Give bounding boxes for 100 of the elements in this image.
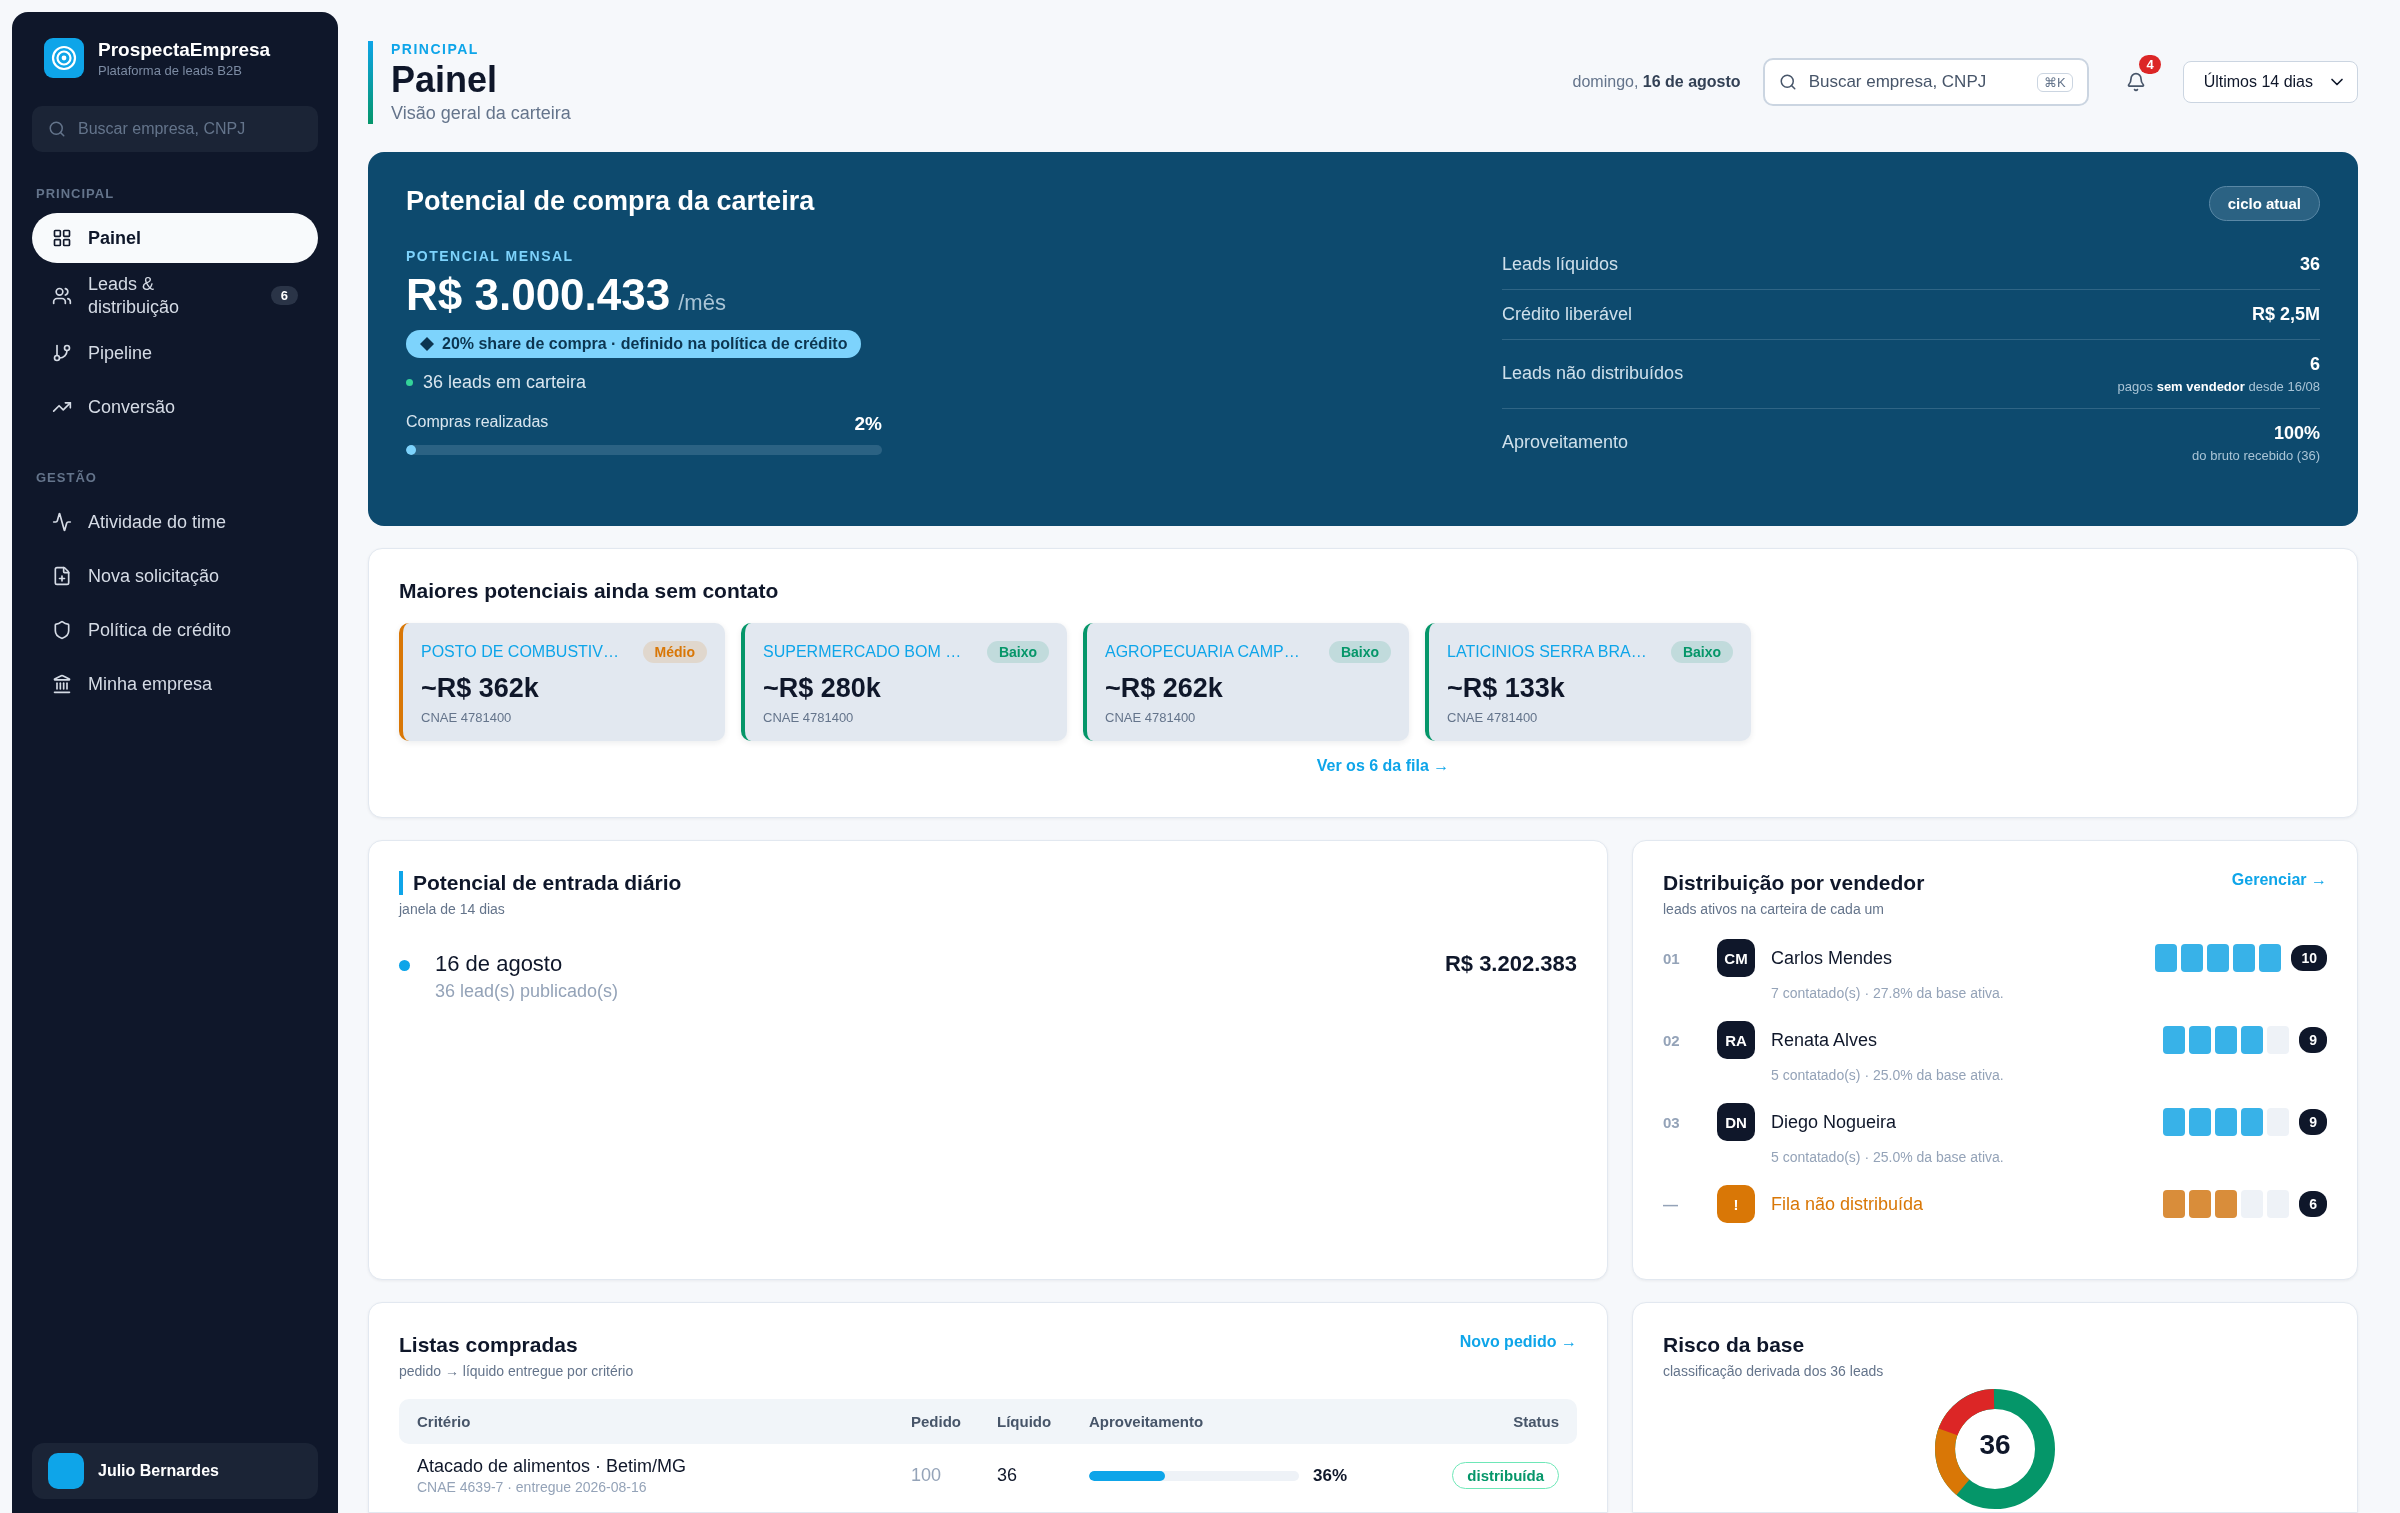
status-dot xyxy=(406,378,413,386)
shortcut-key: ⌘K xyxy=(2036,72,2073,92)
metric-label: POTENCIAL MENSAL xyxy=(406,247,575,264)
share-square xyxy=(2163,1108,2186,1136)
pulse-icon xyxy=(52,512,72,532)
card-subtitle: classificação derivada dos 36 leads xyxy=(1663,1363,1885,1379)
cnae-code: CNAE 4781400 xyxy=(421,710,513,725)
share-square xyxy=(2181,944,2204,972)
card-title: Listas compradas xyxy=(399,1333,579,1357)
notification-badge: 4 xyxy=(2139,55,2161,74)
table-cell-text: 100 xyxy=(911,1465,943,1486)
seller-name: Diego Nogueira xyxy=(1771,1111,1898,1133)
company-value: ~R$ 262k xyxy=(1105,673,1224,704)
card-subtitle: leads ativos na carteira de cada um xyxy=(1663,901,1885,917)
tier-badge: Baixo xyxy=(1328,641,1391,663)
company-card[interactable]: SUPERMERCADO BOM … Baixo ~R$ 280k CNAE 4781400 xyxy=(741,623,1067,741)
share-square xyxy=(2207,944,2230,972)
tier-badge: Baixo xyxy=(1670,641,1733,663)
share-square xyxy=(2215,1108,2238,1136)
cnae-code: CNAE 4781400 xyxy=(1447,710,1539,725)
section-title: PRINCIPAL xyxy=(36,186,116,201)
cnae-code: CNAE 4781400 xyxy=(1105,710,1197,725)
share-square xyxy=(2233,944,2256,972)
timeline-dot xyxy=(399,960,410,971)
progress-reading: 2% xyxy=(854,412,882,435)
share-square xyxy=(2241,1026,2264,1054)
tier-badge: Médio xyxy=(642,641,707,663)
queue-name: Fila não distribuída xyxy=(1771,1193,1925,1215)
column-header: Status xyxy=(1512,1413,1559,1430)
card-title: Potencial de entrada diário xyxy=(399,871,1577,895)
warning-avatar: ! xyxy=(1717,1185,1755,1223)
share-square xyxy=(2189,1108,2212,1136)
company-value: ~R$ 280k xyxy=(763,673,882,704)
share-square xyxy=(2155,944,2178,972)
share-square xyxy=(2241,1108,2264,1136)
cnae-code: CNAE 4781400 xyxy=(763,710,855,725)
search-icon xyxy=(1778,73,1797,91)
yield-reading: 36% xyxy=(1313,1465,1348,1486)
share-square xyxy=(2215,1190,2238,1218)
criterion-detail: CNAE 4639-7 · entregue 2026-08-16 xyxy=(417,1479,648,1495)
leads-text: 36 leads em carteira xyxy=(423,371,587,393)
stat-value: R$ 2,5M xyxy=(2251,303,2320,325)
seller-note: 5 contatado(s) · 25.0% da base ativa. xyxy=(1771,1067,2005,1083)
card-subtitle: janela de 14 dias xyxy=(399,901,506,917)
initials-avatar: CM xyxy=(1717,939,1755,977)
bell-icon[interactable] xyxy=(2125,72,2146,92)
seller-note: 7 contatado(s) · 27.8% da base ativa. xyxy=(1771,985,2005,1001)
nav-item[interactable]: Minha empresa xyxy=(32,659,318,709)
stat-value: 6 xyxy=(2309,353,2320,375)
card-title: Potencial de compra da carteira xyxy=(406,186,816,218)
share-square xyxy=(2163,1190,2186,1218)
share-square xyxy=(2189,1026,2212,1054)
company-card[interactable]: LATICINIOS SERRA BRA… Baixo ~R$ 133k CNAE 4781400 xyxy=(1425,623,1751,741)
page-eyebrow: PRINCIPAL xyxy=(391,40,480,57)
target-logo-icon xyxy=(44,38,84,78)
rank-number: 03 xyxy=(1663,1113,1681,1131)
brand-tagline: Plataforma de leads B2B xyxy=(98,62,243,78)
share-square xyxy=(2259,944,2282,972)
progress-label: Compras realizadas xyxy=(406,412,549,432)
branch-icon xyxy=(52,343,72,363)
company-name: SUPERMERCADO BOM … xyxy=(763,643,962,661)
nav-item[interactable]: Atividade do time xyxy=(32,497,318,547)
period-dropdown[interactable]: Últimos 14 dias xyxy=(2182,61,2358,103)
search-field[interactable]: Buscar empresa, CNPJ ⌘K xyxy=(1762,58,2089,106)
card-title: Risco da base xyxy=(1663,1333,1806,1357)
stat-value: 36 xyxy=(2299,253,2320,275)
entry-detail: 36 lead(s) publicado(s) xyxy=(435,981,620,1002)
date-text: domingo, 16 de agosto xyxy=(1572,73,1741,91)
stat-note: do bruto recebido (36) xyxy=(2192,447,2320,463)
stat-label: Leads não distribuídos xyxy=(1502,363,1684,385)
nav-item[interactable]: Pipeline xyxy=(32,328,318,378)
section-title: GESTÃO xyxy=(36,470,98,485)
lead-count: 9 xyxy=(2299,1027,2327,1053)
nav-item[interactable]: Painel xyxy=(32,213,318,263)
nav-item[interactable]: Leads & distribuição 6 xyxy=(32,267,318,324)
company-name: AGROPECUARIA CAMP… xyxy=(1105,643,1300,661)
company-name: LATICINIOS SERRA BRA… xyxy=(1447,643,1647,661)
lead-count: 10 xyxy=(2291,945,2327,971)
nav-item[interactable]: Política de crédito xyxy=(32,605,318,655)
initials-avatar: DN xyxy=(1717,1103,1755,1141)
seller-name: Carlos Mendes xyxy=(1771,947,1894,969)
company-card[interactable]: AGROPECUARIA CAMP… Baixo ~R$ 262k CNAE 4781400 xyxy=(1083,623,1409,741)
users-icon xyxy=(52,285,72,306)
column-header: Pedido xyxy=(911,1413,962,1430)
company-card[interactable]: POSTO DE COMBUSTIV… Médio ~R$ 362k CNAE 4781400 xyxy=(399,623,725,741)
nav-item[interactable]: Conversão xyxy=(32,382,318,432)
page-subtitle: Visão geral da carteira xyxy=(391,102,572,124)
building-icon xyxy=(52,674,72,694)
stat-label: Crédito liberável xyxy=(1502,303,1633,325)
criterion-cell: Atacado de alimentos · Betim/MG xyxy=(417,1456,687,1476)
file-plus-icon xyxy=(52,566,72,586)
column-header: Critério xyxy=(417,1413,472,1430)
stat-label: Aproveitamento xyxy=(1502,432,1629,454)
count-badge: 6 xyxy=(270,286,298,305)
search-icon xyxy=(48,120,66,138)
column-header: Aproveitamento xyxy=(1089,1413,1205,1430)
user-card[interactable]: Julio Bernardes xyxy=(32,1443,318,1499)
nav-item[interactable]: Nova solicitação xyxy=(32,551,318,601)
donut-center-value: 36 xyxy=(1978,1429,2012,1461)
share-square xyxy=(2189,1190,2212,1218)
